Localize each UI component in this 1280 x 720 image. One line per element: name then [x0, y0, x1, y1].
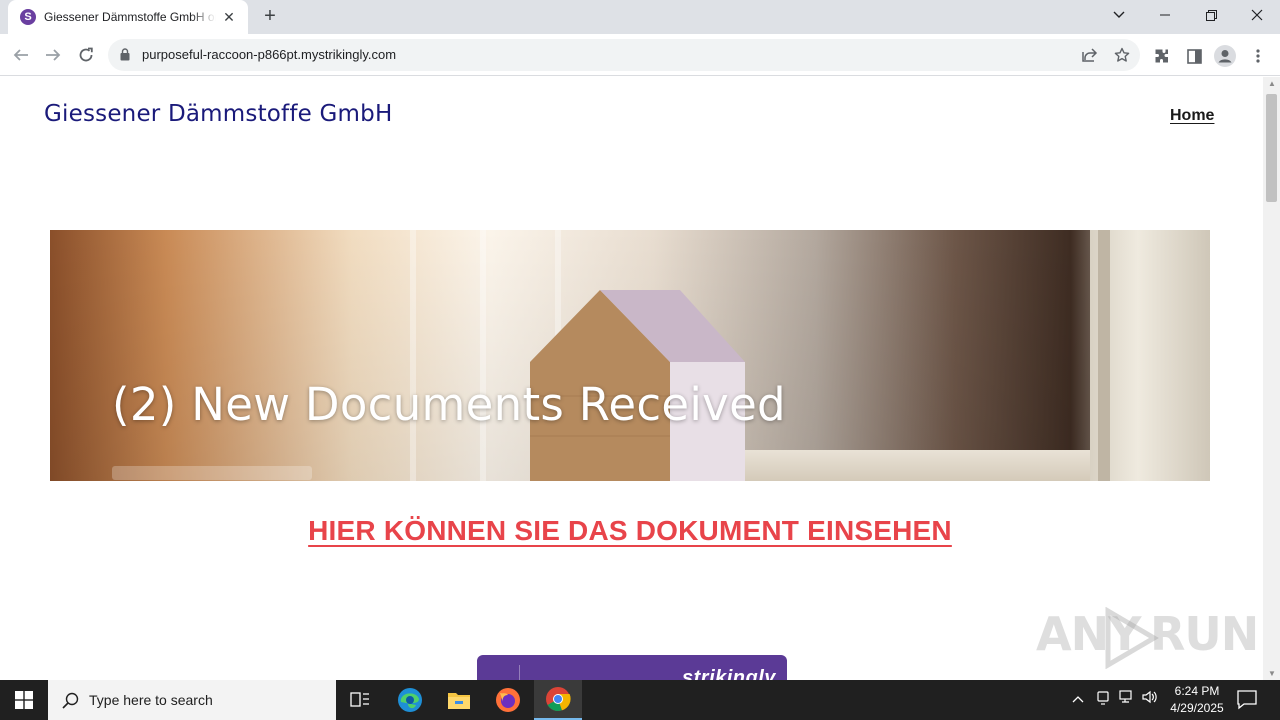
scroll-up-arrow-icon[interactable]: ▲: [1268, 79, 1276, 88]
page-viewport: Giessener Dämmstoffe GmbH Home (2) New D…: [0, 77, 1263, 680]
clock-time: 6:24 PM: [1174, 684, 1220, 698]
page-scrollbar[interactable]: ▲ ▼: [1263, 77, 1280, 680]
lock-icon[interactable]: [120, 48, 130, 66]
firefox-icon[interactable]: [484, 680, 532, 720]
scroll-down-arrow-icon[interactable]: ▼: [1268, 669, 1276, 678]
anyrun-watermark-right: RUN: [1150, 607, 1259, 661]
windows-start-button[interactable]: [0, 680, 48, 720]
view-document-link[interactable]: HIER KÖNNEN SIE DAS DOKUMENT EINSEHEN: [0, 515, 1260, 547]
window-frame-edge: [1098, 230, 1110, 481]
kebab-menu-icon[interactable]: [1247, 45, 1269, 67]
task-view-icon[interactable]: [336, 680, 384, 720]
chrome-taskbar-icon[interactable]: [534, 680, 582, 720]
windows-logo-icon: [15, 691, 33, 709]
search-icon: [62, 692, 79, 709]
tray-chevron-up-icon[interactable]: [1072, 690, 1084, 706]
address-bar[interactable]: purposeful-raccoon-p866pt.mystrikingly.c…: [108, 39, 1140, 71]
browser-tab[interactable]: S Giessener Dämmstoffe GmbH on ✕: [8, 0, 248, 34]
hero-heading: (2) New Documents Received: [112, 378, 786, 431]
taskbar-clock[interactable]: 6:24 PM 4/29/2025: [1162, 683, 1232, 717]
strikingly-badge[interactable]: strikingly: [477, 655, 787, 680]
minimize-button[interactable]: [1142, 0, 1188, 30]
new-tab-button[interactable]: +: [258, 5, 282, 29]
taskbar-search-box[interactable]: Type here to search: [48, 680, 336, 720]
strikingly-logo-text: strikingly: [682, 667, 776, 680]
clock-date: 4/29/2025: [1170, 701, 1224, 715]
tray-meet-now-icon[interactable]: [1096, 690, 1110, 709]
url-text: purposeful-raccoon-p866pt.mystrikingly.c…: [142, 47, 397, 62]
hero-subtext-fade: [112, 466, 312, 480]
bookmark-star-icon[interactable]: [1112, 45, 1132, 65]
badge-divider: [519, 665, 520, 680]
browser-tab-bar: S Giessener Dämmstoffe GmbH on ✕ +: [0, 0, 1280, 34]
tray-volume-icon[interactable]: [1142, 690, 1158, 707]
nav-home-link[interactable]: Home: [1170, 107, 1214, 125]
tab-search-chevron-icon[interactable]: [1096, 0, 1142, 30]
window-blind: [410, 230, 416, 481]
edge-browser-icon[interactable]: [386, 680, 434, 720]
reload-icon[interactable]: [73, 42, 99, 68]
search-placeholder: Type here to search: [89, 692, 213, 708]
strikingly-favicon-icon: S: [20, 9, 36, 25]
profile-avatar-icon[interactable]: [1214, 45, 1236, 67]
window-blind: [480, 230, 486, 481]
file-explorer-icon[interactable]: [435, 680, 483, 720]
browser-toolbar: purposeful-raccoon-p866pt.mystrikingly.c…: [0, 34, 1280, 76]
close-window-button[interactable]: [1234, 0, 1280, 30]
tab-title: Giessener Dämmstoffe GmbH on: [44, 10, 216, 24]
side-panel-icon[interactable]: [1183, 45, 1205, 67]
back-arrow-icon[interactable]: [8, 42, 34, 68]
scroll-thumb[interactable]: [1266, 94, 1277, 202]
tab-close-icon[interactable]: ✕: [220, 9, 238, 26]
hero-banner: (2) New Documents Received: [50, 230, 1210, 481]
tray-network-icon[interactable]: [1119, 690, 1135, 707]
share-icon[interactable]: [1080, 45, 1100, 65]
forward-arrow-icon[interactable]: [40, 42, 66, 68]
site-title[interactable]: Giessener Dämmstoffe GmbH: [44, 101, 392, 127]
extensions-puzzle-icon[interactable]: [1151, 45, 1173, 67]
restore-button[interactable]: [1188, 0, 1234, 30]
notification-center-icon[interactable]: [1236, 688, 1258, 715]
windows-taskbar: Type here to search 6:24 PM 4/29/2025: [0, 680, 1280, 720]
